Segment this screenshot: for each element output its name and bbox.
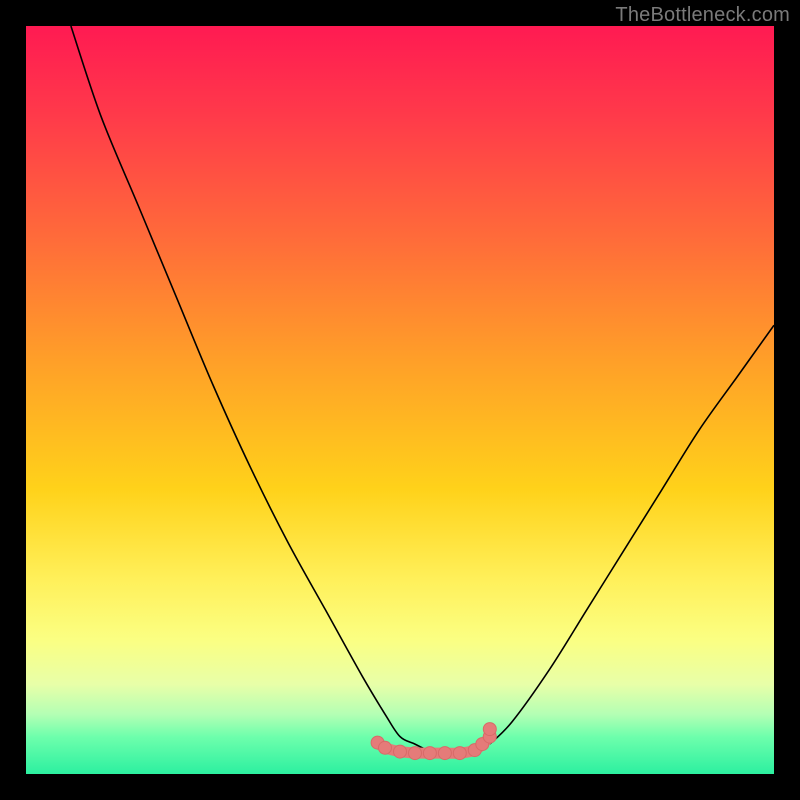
plot-area: [26, 26, 774, 774]
watermark-text: TheBottleneck.com: [615, 4, 790, 27]
right-arm-path: [490, 325, 774, 744]
left-arm-path: [71, 26, 430, 752]
marker-dot: [453, 747, 466, 760]
bottom-marker-group: [371, 723, 496, 760]
marker-dot: [483, 723, 496, 736]
curve-layer: [26, 26, 774, 774]
marker-dot: [423, 747, 436, 760]
marker-dot: [438, 747, 451, 760]
marker-dot: [409, 747, 422, 760]
chart-frame: TheBottleneck.com: [0, 0, 800, 800]
marker-dot: [379, 741, 392, 754]
marker-dot: [394, 745, 407, 758]
